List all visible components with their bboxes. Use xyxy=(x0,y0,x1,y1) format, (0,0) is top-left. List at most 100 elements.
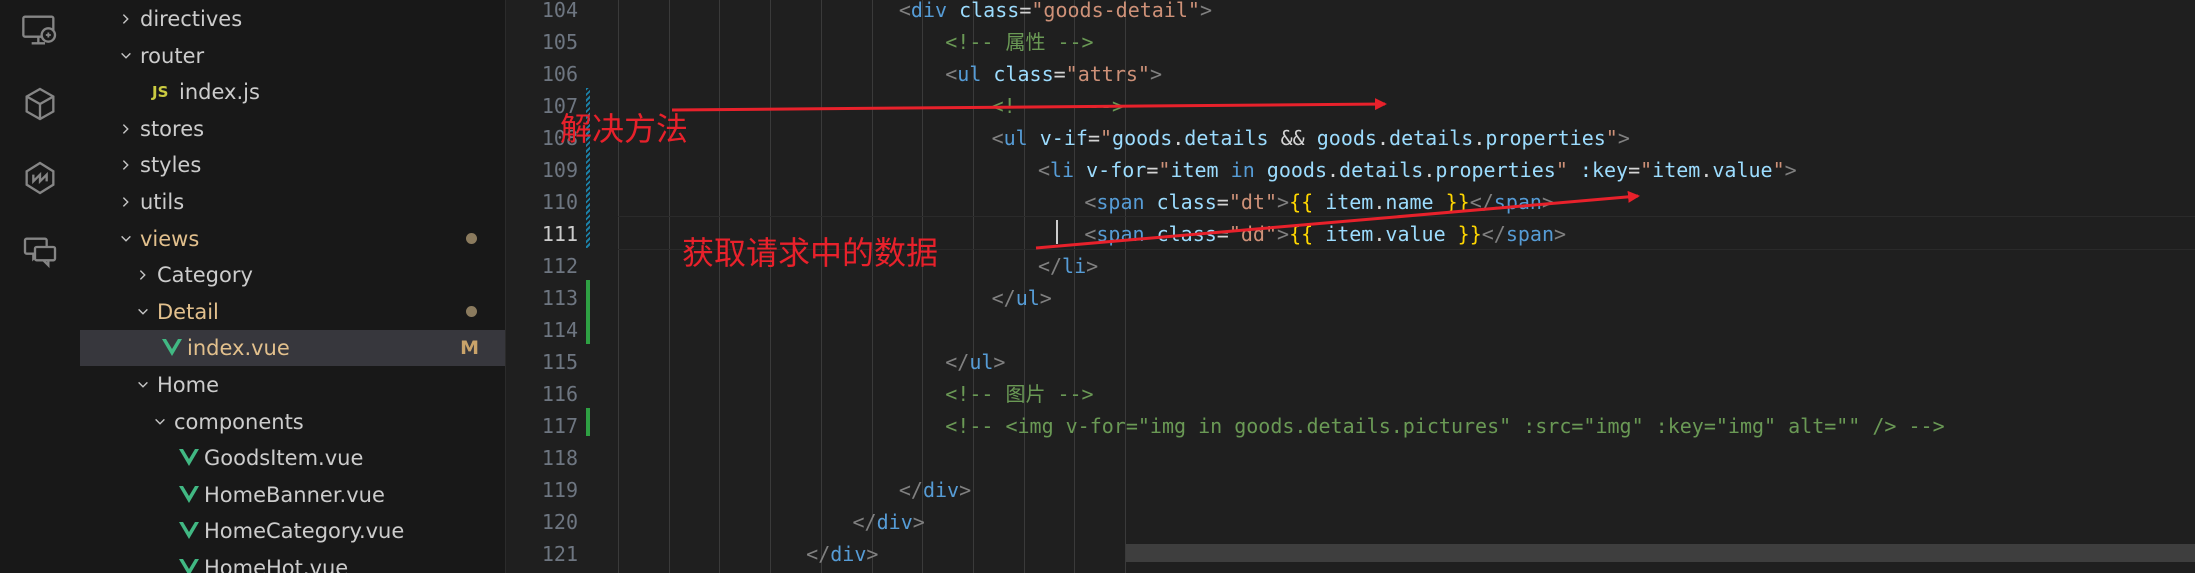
code-token: "attrs" xyxy=(1065,62,1150,86)
tree-item[interactable]: components xyxy=(80,404,505,440)
code-token: > xyxy=(1277,222,1290,246)
code-token: = xyxy=(1216,222,1229,246)
code-editor[interactable]: 104 <div class="goods-detail"> 105 <!-- 属性 … xyxy=(506,0,2195,573)
code-token: </ xyxy=(1481,222,1506,246)
code-token: = xyxy=(1146,158,1159,182)
line-number: 104 xyxy=(541,0,578,22)
code-line[interactable]: 105 <!-- 属性 --> xyxy=(506,26,2195,58)
tree-item[interactable]: JS index.js xyxy=(80,74,505,110)
tree-item[interactable]: HomeBanner.vue xyxy=(80,477,505,513)
tree-item[interactable]: router xyxy=(80,38,505,74)
line-number: 112 xyxy=(541,254,578,278)
chevron-down-icon[interactable] xyxy=(116,221,136,257)
code-token: ul xyxy=(969,350,994,374)
code-line[interactable]: 118 xyxy=(506,442,2195,474)
code-text: <!-- <img v-for="img in goods.details.pi… xyxy=(945,410,1944,442)
tree-item[interactable]: Category xyxy=(80,257,505,293)
code-token: item xyxy=(1652,158,1701,182)
chevron-down-icon[interactable] xyxy=(116,38,136,74)
code-line[interactable]: 116 <!-- 图片 --> xyxy=(506,378,2195,410)
code-token: class xyxy=(1156,190,1217,214)
tree-item[interactable]: GoodsItem.vue xyxy=(80,440,505,476)
horizontal-scrollbar[interactable] xyxy=(1126,544,2195,562)
code-token: class xyxy=(993,62,1054,86)
code-token: = xyxy=(1216,190,1229,214)
code-token: class xyxy=(959,0,1020,22)
tree-item-label: Detail xyxy=(157,299,219,324)
code-text: </li> xyxy=(1038,250,1098,282)
code-line[interactable]: 115 </ul> xyxy=(506,346,2195,378)
remote-explorer-icon[interactable] xyxy=(18,8,62,52)
line-number: 116 xyxy=(541,382,578,406)
code-text: <span class="dd">{{ item.value }}</span> xyxy=(1084,218,1566,250)
code-line[interactable]: 104 <div class="goods-detail"> xyxy=(506,0,2195,26)
code-token: " xyxy=(1158,158,1171,182)
code-token: . xyxy=(1172,126,1185,150)
tree-item[interactable]: views xyxy=(80,221,505,257)
chevron-down-icon[interactable] xyxy=(150,404,170,440)
code-token: && xyxy=(1268,126,1317,150)
code-token: . xyxy=(1423,158,1436,182)
code-token: value xyxy=(1385,222,1446,246)
code-line[interactable]: 117 <!-- <img v-for="img in goods.details… xyxy=(506,410,2195,442)
tree-item-label: Home xyxy=(157,373,220,397)
chevron-right-icon[interactable] xyxy=(116,184,136,220)
tree-item[interactable]: HomeCategory.vue xyxy=(80,513,505,549)
tree-item[interactable]: directives xyxy=(80,1,505,37)
code-token: . xyxy=(1700,158,1713,182)
code-token: {{ xyxy=(1289,190,1326,214)
line-number: 111 xyxy=(541,222,578,246)
code-line[interactable]: 120 </div> xyxy=(506,506,2195,538)
code-line[interactable]: 109 <li v-for="item in goods.details.prop… xyxy=(506,154,2195,186)
tree-item-label: index.js xyxy=(179,80,260,105)
code-token: v-if xyxy=(1039,126,1088,150)
code-token: = xyxy=(1628,158,1641,182)
chevron-right-icon[interactable] xyxy=(116,111,136,147)
chevron-down-icon[interactable] xyxy=(133,294,153,330)
chevron-right-icon[interactable] xyxy=(133,257,153,293)
code-token: "dd" xyxy=(1228,222,1278,246)
code-token: < xyxy=(1084,222,1097,246)
code-token: name xyxy=(1385,190,1434,214)
code-token: in xyxy=(1218,158,1267,182)
tree-item[interactable]: stores xyxy=(80,111,505,147)
annotation-solution: 解决方法 xyxy=(560,110,689,148)
chevron-right-icon[interactable] xyxy=(116,1,136,37)
code-line[interactable]: 107 <!-- --> xyxy=(506,90,2195,122)
code-line[interactable]: 113 </ul> xyxy=(506,282,2195,314)
chevron-down-icon[interactable] xyxy=(133,367,153,403)
tree-item-label: GoodsItem.vue xyxy=(204,446,364,471)
code-token: details xyxy=(1339,158,1424,182)
code-token: . xyxy=(1373,222,1386,246)
code-token: item xyxy=(1325,190,1374,214)
code-line[interactable]: 106 <ul class="attrs"> xyxy=(506,58,2195,90)
tree-item[interactable]: styles xyxy=(80,147,505,183)
tree-item[interactable]: index.vue M xyxy=(80,330,505,367)
code-token: " xyxy=(1555,158,1568,182)
chevron-right-icon[interactable] xyxy=(116,147,136,183)
code-token: < xyxy=(945,62,958,86)
code-token: " xyxy=(1099,126,1113,150)
tree-item[interactable]: Home xyxy=(80,367,505,403)
tree-item-label: index.vue xyxy=(187,336,290,361)
tree-item-label: directives xyxy=(140,7,243,31)
extensions-icon[interactable] xyxy=(18,82,62,126)
code-token: "dt" xyxy=(1228,190,1278,214)
code-line[interactable]: 108 <ul v-if="goods.details && goods.deta… xyxy=(506,122,2195,154)
code-line[interactable]: 119 </div> xyxy=(506,474,2195,506)
line-number: 119 xyxy=(541,478,578,502)
tree-item[interactable]: HomeHot.vue xyxy=(80,550,505,573)
code-token: <!-- 图片 --> xyxy=(945,382,1094,406)
code-token: > xyxy=(1199,0,1212,22)
code-token: properties xyxy=(1435,158,1556,182)
chat-icon[interactable] xyxy=(18,230,62,274)
code-line[interactable]: 114 xyxy=(506,314,2195,346)
tree-item[interactable]: utils xyxy=(80,184,505,220)
code-line[interactable]: 110 <span class="dt">{{ item.name }}</spa… xyxy=(506,186,2195,218)
code-token: <!-- --> xyxy=(991,94,1125,118)
code-token: item xyxy=(1325,222,1374,246)
source-icon[interactable] xyxy=(18,156,62,200)
tree-item[interactable]: Detail xyxy=(80,294,505,330)
code-token: </ xyxy=(852,510,877,534)
